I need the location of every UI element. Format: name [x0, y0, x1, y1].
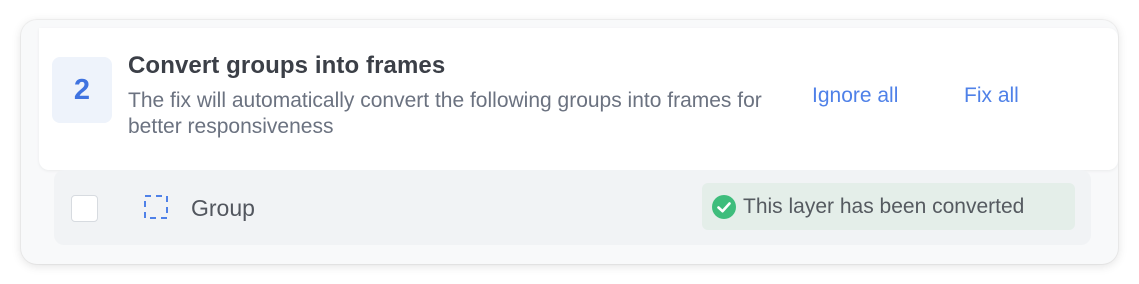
group-dashed-icon [144, 195, 168, 219]
ignore-all-button[interactable]: Ignore all [812, 84, 898, 108]
fix-all-button[interactable]: Fix all [964, 84, 1019, 108]
issue-description: The fix will automatically convert the f… [128, 89, 762, 138]
issue-count-badge: 2 [52, 57, 112, 123]
check-circle-icon [712, 195, 736, 219]
issue-header: 2 Convert groups into frames The fix wil… [39, 28, 1118, 170]
layer-name: Group [191, 195, 255, 221]
issue-card: 2 Convert groups into frames The fix wil… [21, 20, 1118, 264]
issue-title: Convert groups into frames [128, 52, 446, 79]
status-text: This layer has been converted [743, 195, 1025, 218]
layer-checkbox[interactable] [71, 195, 98, 222]
layer-row[interactable]: Group This layer has been converted [54, 170, 1091, 245]
status-badge: This layer has been converted [702, 183, 1075, 230]
